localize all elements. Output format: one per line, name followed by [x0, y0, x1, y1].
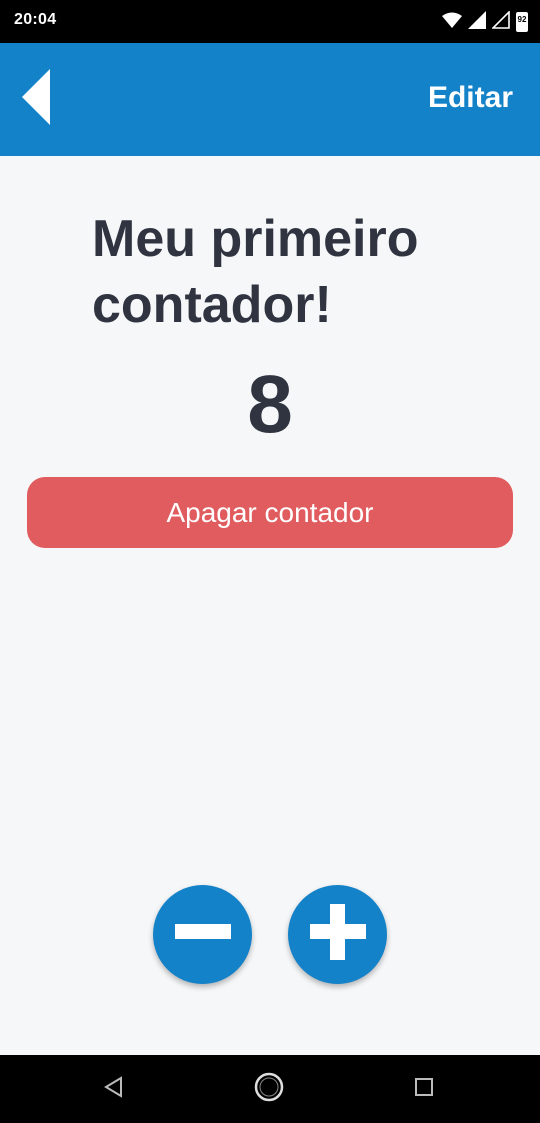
decrement-button[interactable]: [153, 885, 252, 984]
delete-counter-button[interactable]: Apagar contador: [27, 477, 513, 548]
battery-icon: 92: [516, 12, 528, 32]
counter-title: Meu primeiro contador!: [92, 210, 419, 334]
status-time: 20:04: [14, 11, 57, 28]
status-bar: 20:04 92: [0, 0, 540, 43]
minus-icon: [174, 903, 232, 966]
nav-home-icon: [253, 1071, 285, 1108]
nav-back-button[interactable]: [97, 1072, 131, 1106]
system-nav-bar: [0, 1055, 540, 1123]
edit-button[interactable]: Editar: [428, 81, 513, 115]
nav-recents-button[interactable]: [407, 1072, 441, 1106]
nav-back-icon: [103, 1075, 125, 1103]
nav-recents-icon: [414, 1077, 434, 1102]
plus-icon: [309, 903, 367, 966]
app-bar: Editar: [0, 43, 540, 156]
increment-button[interactable]: [288, 885, 387, 984]
signal-empty-icon: [491, 9, 510, 34]
delete-counter-label: Apagar contador: [166, 496, 374, 528]
counter-value: 8: [247, 359, 293, 450]
nav-home-button[interactable]: [252, 1072, 286, 1106]
back-arrow-icon: [22, 68, 50, 130]
battery-level: 92: [517, 15, 527, 24]
signal-icon: [468, 10, 486, 34]
back-button[interactable]: [14, 67, 58, 131]
status-icons: 92: [442, 9, 528, 34]
wifi-icon: [442, 12, 462, 33]
